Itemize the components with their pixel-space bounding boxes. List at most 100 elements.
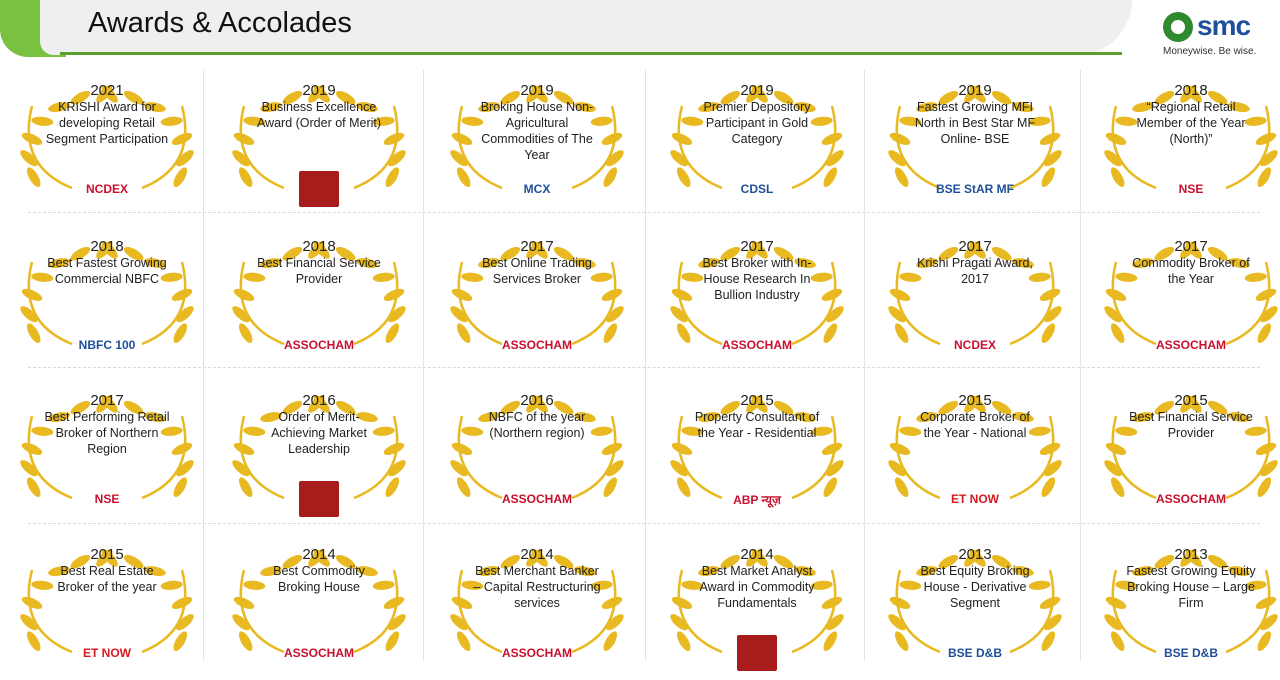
award-year: 2014 bbox=[302, 546, 336, 563]
header-underline bbox=[60, 52, 1122, 55]
organization-logo: ABP न्यूज़ bbox=[733, 492, 781, 507]
organization-logo: BSE D&B bbox=[947, 646, 1002, 660]
award-description: 2019 Broking House Non-Agricultural Comm… bbox=[472, 82, 602, 163]
organization-logo: ASSOCHAM bbox=[1155, 492, 1226, 506]
award-year: 2016 bbox=[302, 392, 336, 409]
award-card: 2021 KRISHI Award for developing Retail … bbox=[2, 66, 212, 216]
award-card: 2017 Best Broker with In-House Research … bbox=[652, 222, 862, 372]
organization-logo: ASSOCHAM bbox=[283, 646, 354, 660]
organization-logo: NSE bbox=[94, 492, 120, 506]
award-card: 2016 NBFC of the year (Northern region) … bbox=[432, 376, 642, 526]
award-year: 2014 bbox=[520, 546, 554, 563]
award-card: 2015 Corporate Broker of the Year - Nati… bbox=[870, 376, 1080, 526]
award-title: Krishi Pragati Award, 2017 bbox=[917, 256, 1033, 286]
award-title: Best Real Estate Broker of the year bbox=[57, 564, 157, 594]
award-title: Best Commodity Broking House bbox=[273, 564, 365, 594]
grid-divider bbox=[864, 70, 865, 660]
award-year: 2019 bbox=[302, 82, 336, 99]
smc-logo-icon bbox=[1163, 12, 1193, 42]
organization-logo: NCDEX bbox=[953, 338, 996, 352]
award-year: 2015 bbox=[740, 392, 774, 409]
award-title: NBFC of the year (Northern region) bbox=[488, 410, 586, 440]
award-year: 2016 bbox=[520, 392, 554, 409]
award-card: 2016 Order of Merit- Achieving Market Le… bbox=[214, 376, 424, 526]
organization-logo: CDSL bbox=[740, 182, 774, 196]
award-card: 2018 Best Fastest Growing Commercial NBF… bbox=[2, 222, 212, 372]
organization-logo: NSE bbox=[1178, 182, 1204, 196]
award-description: 2014 Best Merchant Banker – Capital Rest… bbox=[472, 546, 602, 611]
award-card: 2015 Property Consultant of the Year - R… bbox=[652, 376, 862, 526]
award-title: Corporate Broker of the Year - National bbox=[920, 410, 1030, 440]
brand-name: smc bbox=[1197, 10, 1251, 41]
award-title: Premier Depository Participant in Gold C… bbox=[703, 100, 811, 146]
award-title: Broking House Non-Agricultural Commoditi… bbox=[480, 100, 594, 162]
award-description: 2019 Premier Depository Participant in G… bbox=[692, 82, 822, 147]
organization-logo: MCX bbox=[523, 182, 551, 196]
award-description: 2017 Commodity Broker of the Year bbox=[1126, 238, 1256, 287]
organization-logo: ET NOW bbox=[83, 646, 131, 660]
award-card: 2014 Best Market Analyst Award in Commod… bbox=[652, 530, 862, 680]
grid-divider bbox=[645, 70, 646, 660]
award-title: Fastest Growing MFI North in Best Star M… bbox=[914, 100, 1036, 146]
award-title: Best Equity Broking House - Derivative S… bbox=[920, 564, 1030, 610]
award-description: 2015 Best Financial Service Provider bbox=[1126, 392, 1256, 441]
award-description: 2013 Fastest Growing Equity Broking Hous… bbox=[1126, 546, 1256, 611]
organization-logo: BSE StAR MF bbox=[936, 182, 1014, 196]
brand-logo: smc Moneywise. Be wise. bbox=[1163, 10, 1263, 60]
award-year: 2019 bbox=[740, 82, 774, 99]
award-card: 2017 Commodity Broker of the Year ASSOCH… bbox=[1086, 222, 1280, 372]
award-description: 2018 Best Financial Service Provider bbox=[254, 238, 384, 287]
award-year: 2018 bbox=[90, 238, 124, 255]
award-card: 2015 Best Real Estate Broker of the year… bbox=[2, 530, 212, 680]
organization-logo: NCDEX bbox=[85, 182, 128, 196]
organization-logo: ASSOCHAM bbox=[283, 338, 354, 352]
award-year: 2013 bbox=[958, 546, 992, 563]
award-description: 2017 Krishi Pragati Award, 2017 bbox=[910, 238, 1040, 287]
organization-logo bbox=[264, 171, 374, 207]
organization-logo: BSE D&B bbox=[1163, 646, 1218, 660]
award-description: 2013 Best Equity Broking House - Derivat… bbox=[910, 546, 1040, 611]
award-description: 2015 Best Real Estate Broker of the year bbox=[42, 546, 172, 595]
award-title: Best Fastest Growing Commercial NBFC bbox=[47, 256, 167, 286]
organization-logo: ASSOCHAM bbox=[501, 492, 572, 506]
award-title: Best Online Trading Services Broker bbox=[482, 256, 592, 286]
award-description: 2018 Best Fastest Growing Commercial NBF… bbox=[42, 238, 172, 287]
brand-tagline: Moneywise. Be wise. bbox=[1163, 46, 1257, 57]
award-title: Fastest Growing Equity Broking House – L… bbox=[1126, 564, 1256, 610]
award-card: 2013 Fastest Growing Equity Broking Hous… bbox=[1086, 530, 1280, 680]
award-title: Best Financial Service Provider bbox=[257, 256, 381, 286]
award-year: 2014 bbox=[740, 546, 774, 563]
award-year: 2017 bbox=[958, 238, 992, 255]
award-title: Property Consultant of the Year - Reside… bbox=[694, 410, 820, 440]
page-title: Awards & Accolades bbox=[88, 7, 352, 39]
award-year: 2017 bbox=[520, 238, 554, 255]
grid-divider bbox=[1080, 70, 1081, 660]
award-card: 2019 Fastest Growing MFI North in Best S… bbox=[870, 66, 1080, 216]
award-title: Order of Merit- Achieving Market Leaders… bbox=[271, 410, 367, 456]
award-year: 2019 bbox=[958, 82, 992, 99]
organization-logo bbox=[702, 635, 812, 671]
award-description: 2017 Best Performing Retail Broker of No… bbox=[42, 392, 172, 457]
award-year: 2017 bbox=[1174, 238, 1208, 255]
award-card: 2017 Krishi Pragati Award, 2017 NCDEX bbox=[870, 222, 1080, 372]
organization-logo: ASSOCHAM bbox=[501, 646, 572, 660]
award-year: 2017 bbox=[90, 392, 124, 409]
award-card: 2018 Best Financial Service Provider ASS… bbox=[214, 222, 424, 372]
award-card: 2015 Best Financial Service Provider ASS… bbox=[1086, 376, 1280, 526]
award-description: 2017 Best Online Trading Services Broker bbox=[472, 238, 602, 287]
award-description: 2014 Best Market Analyst Award in Commod… bbox=[692, 546, 822, 611]
award-year: 2017 bbox=[740, 238, 774, 255]
award-title: Best Merchant Banker – Capital Restructu… bbox=[473, 564, 601, 610]
award-card: 2019 Broking House Non-Agricultural Comm… bbox=[432, 66, 642, 216]
award-card: 2014 Best Merchant Banker – Capital Rest… bbox=[432, 530, 642, 680]
award-title: Commodity Broker of the Year bbox=[1132, 256, 1250, 286]
organization-logo: ASSOCHAM bbox=[501, 338, 572, 352]
award-card: 2019 Business Excellence Award (Order of… bbox=[214, 66, 424, 216]
award-description: 2019 Fastest Growing MFI North in Best S… bbox=[910, 82, 1040, 147]
organization-logo: ET NOW bbox=[951, 492, 999, 506]
award-card: 2014 Best Commodity Broking House ASSOCH… bbox=[214, 530, 424, 680]
organization-logo: ASSOCHAM bbox=[1155, 338, 1226, 352]
award-card: 2017 Best Online Trading Services Broker… bbox=[432, 222, 642, 372]
award-title: KRISHI Award for developing Retail Segme… bbox=[45, 100, 169, 146]
award-card: 2013 Best Equity Broking House - Derivat… bbox=[870, 530, 1080, 680]
